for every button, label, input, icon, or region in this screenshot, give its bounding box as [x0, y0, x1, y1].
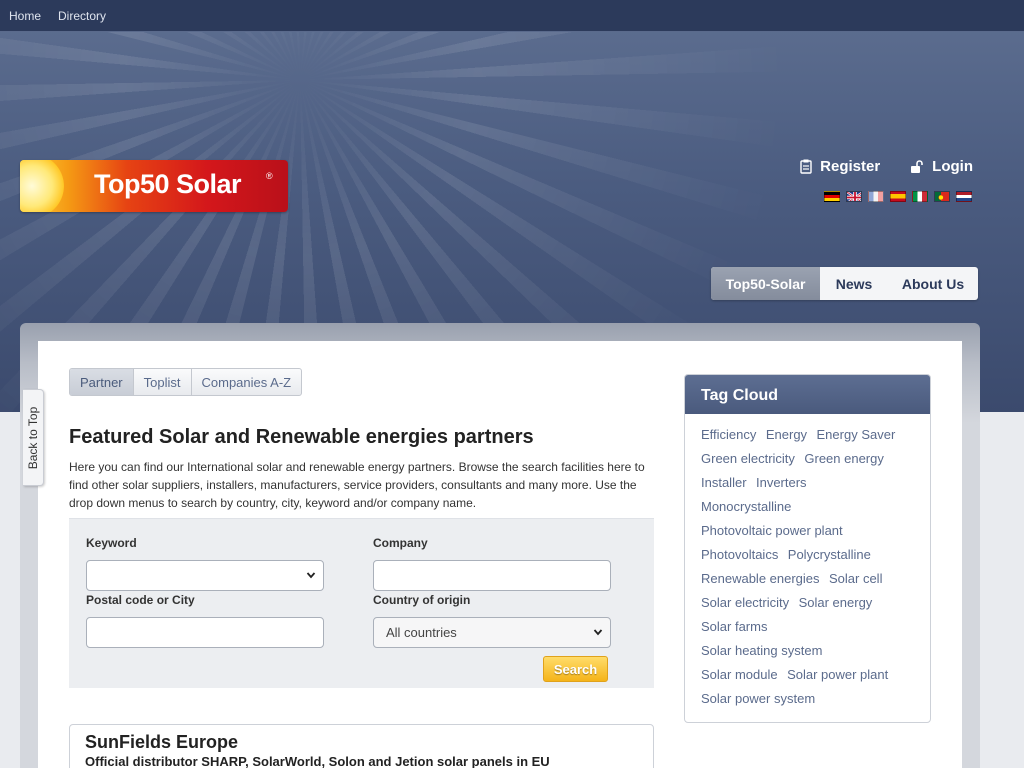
tag-link[interactable]: Renewable energies — [701, 567, 820, 591]
nav-directory-link[interactable]: Directory — [58, 9, 106, 23]
dutch-flag-icon[interactable] — [956, 191, 972, 202]
unlock-icon — [911, 159, 923, 173]
country-select-value: All countries — [386, 625, 457, 640]
nav-tab-top50-solar[interactable]: Top50-Solar — [711, 267, 820, 300]
uk-flag-icon[interactable] — [846, 191, 862, 202]
tag-link[interactable]: Installer — [701, 471, 747, 495]
italian-flag-icon[interactable] — [912, 191, 928, 202]
company-label: Company — [373, 536, 428, 550]
tag-link[interactable]: Solar cell — [829, 567, 882, 591]
tag-link[interactable]: Solar module — [701, 663, 778, 687]
site-logo[interactable]: Top50 Solar ® — [20, 160, 288, 212]
top-navigation-bar: Home Directory — [0, 0, 1024, 32]
tag-link[interactable]: Solar power plant — [787, 663, 888, 687]
search-button[interactable]: Search — [543, 656, 608, 682]
tab-companies-a-z[interactable]: Companies A-Z — [192, 369, 302, 395]
language-selector — [824, 191, 972, 202]
logo-text: Top50 Solar — [94, 169, 242, 199]
tag-cloud-widget: Tag Cloud Efficiency Energy Energy Saver… — [684, 374, 931, 723]
company-listing[interactable]: SunFields Europe Official distributor SH… — [69, 724, 654, 768]
country-select[interactable]: All countries — [373, 617, 611, 648]
login-link[interactable]: Login — [910, 158, 973, 175]
nav-home-link[interactable]: Home — [9, 9, 41, 23]
tag-link[interactable]: Photovoltaic power plant — [701, 519, 843, 543]
partner-sub-tabs: Partner Toplist Companies A-Z — [69, 368, 303, 396]
main-navigation: Top50-Solar News About Us — [711, 267, 978, 300]
tab-partner[interactable]: Partner — [70, 369, 134, 395]
chevron-down-icon — [306, 572, 316, 579]
tag-link[interactable]: Solar heating system — [701, 639, 822, 663]
tag-link[interactable]: Inverters — [756, 471, 807, 495]
chevron-down-icon — [593, 629, 603, 636]
back-to-top-label: Back to Top — [26, 406, 40, 469]
back-to-top-button[interactable]: Back to Top — [23, 389, 44, 486]
account-links: Register Login — [800, 158, 973, 175]
country-label: Country of origin — [373, 593, 471, 607]
clipboard-icon — [800, 159, 812, 174]
login-label: Login — [932, 158, 973, 175]
company-tagline: Official distributor SHARP, SolarWorld, … — [85, 754, 550, 768]
german-flag-icon[interactable] — [824, 191, 840, 202]
tag-link[interactable]: Energy — [766, 423, 807, 447]
tag-link[interactable]: Solar energy — [799, 591, 873, 615]
tag-link[interactable]: Energy Saver — [817, 423, 896, 447]
tag-link[interactable]: Monocrystalline — [701, 495, 791, 519]
keyword-select[interactable] — [86, 560, 324, 591]
tag-link[interactable]: Solar power system — [701, 687, 815, 711]
register-label: Register — [820, 158, 881, 175]
tag-cloud-title: Tag Cloud — [685, 375, 930, 414]
page-title: Featured Solar and Renewable energies pa… — [69, 426, 534, 448]
portuguese-flag-icon[interactable] — [934, 191, 950, 202]
tag-link[interactable]: Green energy — [804, 447, 884, 471]
postal-code-input[interactable] — [86, 617, 324, 648]
sun-logo-icon — [20, 160, 64, 212]
tag-link[interactable]: Polycrystalline — [788, 543, 871, 567]
register-link[interactable]: Register — [800, 158, 880, 175]
nav-tab-news[interactable]: News — [820, 267, 888, 300]
company-input[interactable] — [373, 560, 611, 591]
nav-tab-about-us[interactable]: About Us — [888, 267, 978, 300]
tag-link[interactable]: Green electricity — [701, 447, 795, 471]
keyword-label: Keyword — [86, 536, 137, 550]
tab-toplist[interactable]: Toplist — [134, 369, 192, 395]
tag-cloud-list: Efficiency Energy Energy Saver Green ele… — [685, 414, 930, 711]
registered-mark: ® — [266, 171, 273, 181]
intro-text: Here you can find our International sola… — [69, 460, 645, 510]
tag-link[interactable]: Solar electricity — [701, 591, 789, 615]
spanish-flag-icon[interactable] — [890, 191, 906, 202]
postal-code-label: Postal code or City — [86, 593, 195, 607]
french-flag-icon[interactable] — [868, 191, 884, 202]
tag-link[interactable]: Photovoltaics — [701, 543, 778, 567]
tag-link[interactable]: Efficiency — [701, 423, 756, 447]
tag-link[interactable]: Solar farms — [701, 615, 767, 639]
company-name[interactable]: SunFields Europe — [85, 732, 238, 753]
